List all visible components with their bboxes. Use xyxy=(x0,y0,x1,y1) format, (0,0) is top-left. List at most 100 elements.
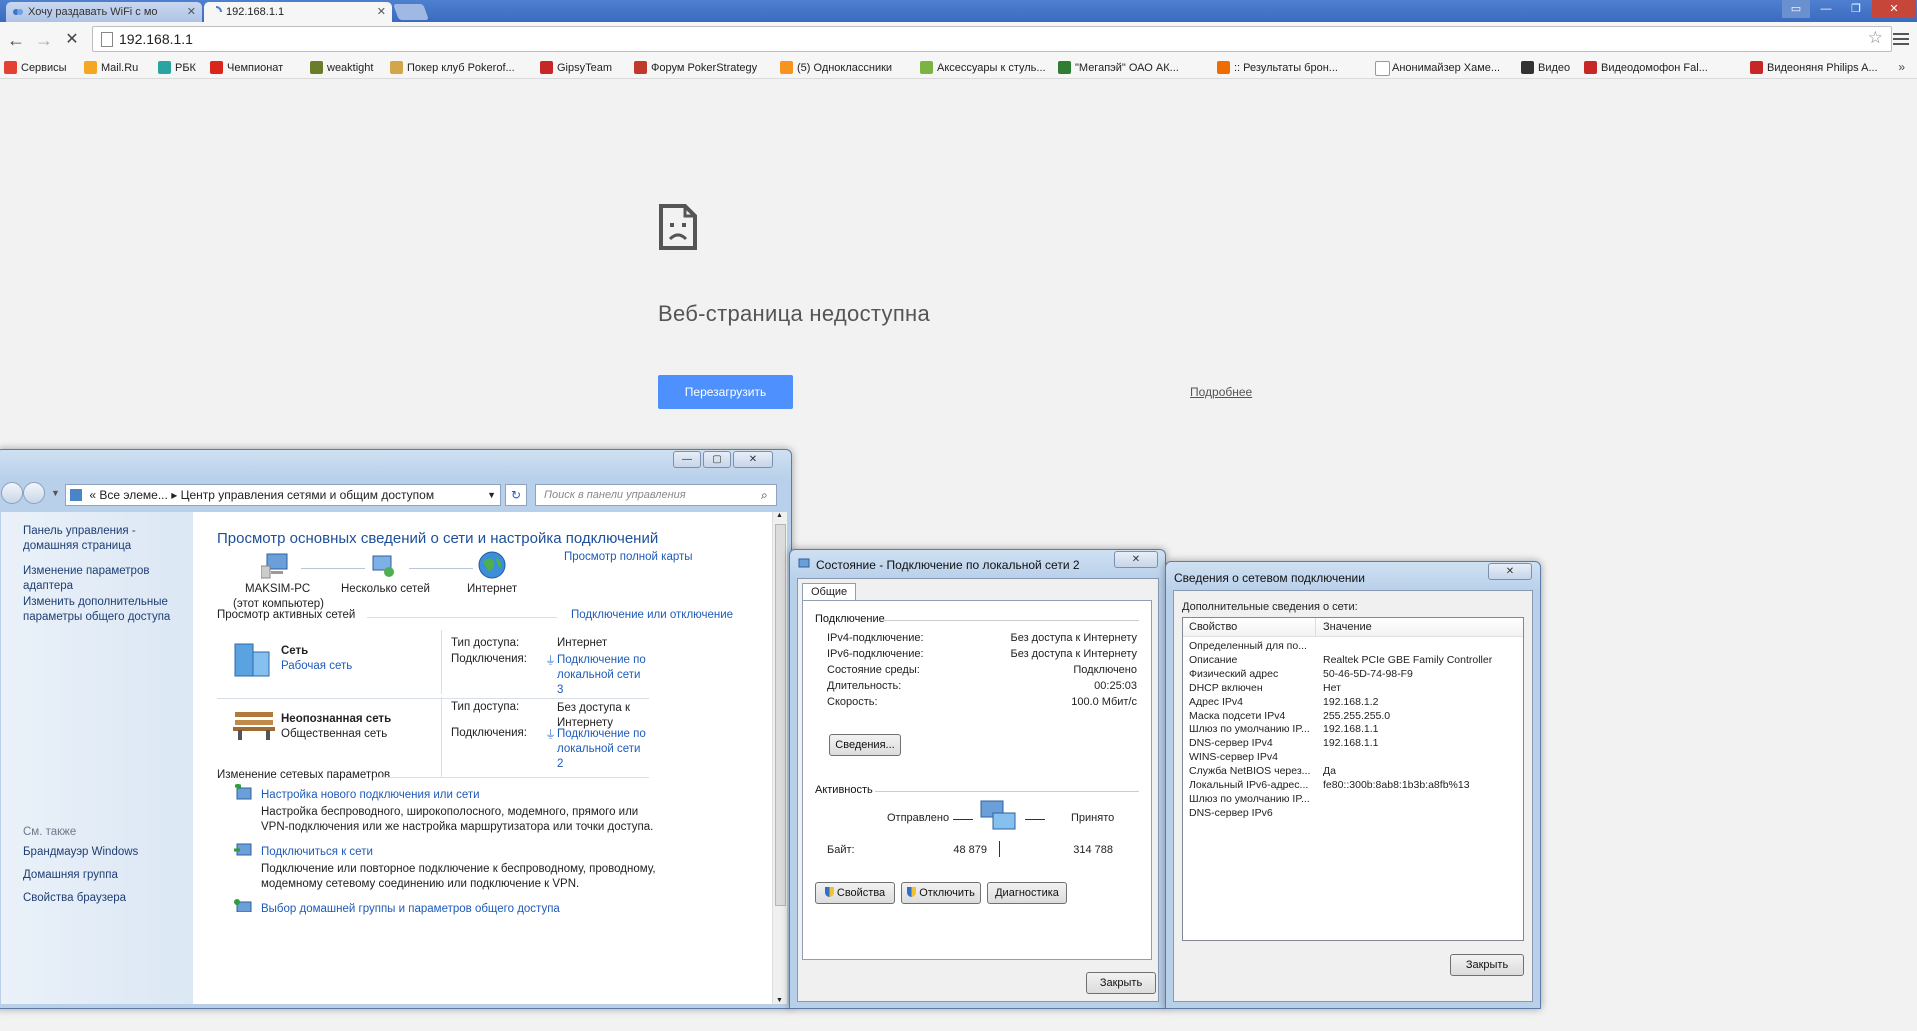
column-value[interactable]: Значение xyxy=(1323,621,1372,633)
status-row-label: Длительность: xyxy=(827,680,902,692)
tab-close-icon[interactable]: ✕ xyxy=(377,2,386,22)
breadcrumb-network-center[interactable]: Центр управления сетями и общим доступом xyxy=(181,488,435,502)
restore-button[interactable]: ❐ xyxy=(1842,0,1870,18)
address-bar[interactable]: « Все элеме... ▸ Центр управления сетями… xyxy=(65,484,501,506)
sharing-settings-link[interactable]: Изменить дополнительные параметры общего… xyxy=(23,595,188,625)
bookmark-item[interactable]: Mail.Ru xyxy=(84,60,138,76)
properties-button[interactable]: Свойства xyxy=(815,882,895,904)
detail-property: DNS-сервер IPv4 xyxy=(1189,737,1273,750)
tab-general[interactable]: Общие xyxy=(802,583,857,600)
task-pane: Панель управления - домашняя страница Из… xyxy=(1,512,193,1004)
details-button[interactable]: Сведения... xyxy=(829,734,901,756)
close-dialog-button[interactable]: Закрыть xyxy=(1450,954,1524,976)
new-connection-link[interactable]: Настройка нового подключения или сети xyxy=(261,789,480,801)
homegroup-link[interactable]: Домашняя группа xyxy=(23,868,188,883)
detail-property: WINS-сервер IPv4 xyxy=(1189,751,1278,764)
bookmark-item[interactable]: "Мегапэй" ОАО АК... xyxy=(1058,60,1179,76)
bookmark-item[interactable]: Сервисы xyxy=(4,60,67,76)
column-divider xyxy=(441,697,442,777)
browser-tab-strip: Хочу раздавать WiFi с мо ✕ 192.168.1.1 ✕… xyxy=(0,0,1917,22)
breadcrumb-sep[interactable]: ▸ xyxy=(171,488,177,502)
details-list[interactable]: Свойство Значение Определенный для по...… xyxy=(1182,617,1524,941)
detail-value: 192.168.1.1 xyxy=(1323,723,1379,736)
network-type: Общественная сеть xyxy=(281,728,388,740)
details-link[interactable]: Подробнее xyxy=(1190,385,1252,399)
bookmark-item[interactable]: GipsyTeam xyxy=(540,60,612,76)
status-row-label: IPv6-подключение: xyxy=(827,648,924,660)
connect-network-link[interactable]: Подключиться к сети xyxy=(261,846,373,858)
detail-property: DNS-сервер IPv6 xyxy=(1189,806,1273,819)
minimize-button[interactable]: — xyxy=(673,451,701,468)
bookmark-item[interactable]: Покер клуб Pokerof... xyxy=(390,60,515,76)
section-divider xyxy=(373,777,649,778)
close-button[interactable]: ✕ xyxy=(1488,563,1532,580)
close-button[interactable]: ✕ xyxy=(733,451,773,468)
column-divider[interactable] xyxy=(1315,618,1316,636)
chrome-menu-icon[interactable] xyxy=(1893,30,1909,46)
new-tab-button[interactable] xyxy=(393,4,429,20)
bookmark-item[interactable]: (5) Одноклассники xyxy=(780,60,892,76)
bookmark-item[interactable]: Аксессуары к стуль... xyxy=(920,60,1046,76)
breadcrumb-all[interactable]: Все элеме... xyxy=(99,488,167,502)
diagnose-button[interactable]: Диагностика xyxy=(987,882,1067,904)
back-button[interactable] xyxy=(1,482,23,504)
forward-button[interactable]: → xyxy=(32,28,56,52)
bookmark-item[interactable]: :: Результаты брон... xyxy=(1217,60,1338,76)
history-dropdown-icon[interactable]: ▼ xyxy=(51,488,60,498)
falcon-icon xyxy=(1750,61,1763,74)
tab-wifi-forum[interactable]: Хочу раздавать WiFi с мо ✕ xyxy=(6,2,202,22)
close-dialog-button[interactable]: Закрыть xyxy=(1086,972,1156,994)
minimize-button[interactable]: — xyxy=(1812,0,1840,18)
detail-property: DHCP включен xyxy=(1189,681,1263,694)
reload-button[interactable]: Перезагрузить xyxy=(658,375,793,409)
forward-button[interactable] xyxy=(23,482,45,504)
maximize-button[interactable]: ▢ xyxy=(703,451,731,468)
bookmark-item[interactable]: weaktight xyxy=(310,60,373,76)
firewall-link[interactable]: Брандмауэр Windows xyxy=(23,845,188,860)
connection-2-link[interactable]: Подключение по локальной сети 2 xyxy=(557,727,647,772)
connection-details-dialog: Сведения о сетевом подключении ✕ Дополни… xyxy=(1165,561,1541,1009)
user-profile-button[interactable]: ▭ xyxy=(1782,0,1810,18)
close-window-button[interactable]: ✕ xyxy=(1872,0,1916,18)
group-line xyxy=(875,791,1139,792)
scroll-up-icon[interactable]: ▲ xyxy=(776,512,783,519)
browser-properties-link[interactable]: Свойства браузера xyxy=(23,891,188,906)
disable-button[interactable]: Отключить xyxy=(901,882,981,904)
detail-property: Описание xyxy=(1189,653,1238,666)
scroll-down-icon[interactable]: ▼ xyxy=(776,997,783,1004)
connect-disconnect-link[interactable]: Подключение или отключение xyxy=(571,609,733,621)
address-bar[interactable]: 192.168.1.1 ☆ xyxy=(92,26,1892,52)
more-bookmarks-icon[interactable]: » xyxy=(1898,60,1905,74)
back-button[interactable]: ← xyxy=(4,28,28,52)
bookmark-item[interactable]: РБК xyxy=(158,60,196,76)
adapter-settings-link[interactable]: Изменение параметров адаптера xyxy=(23,564,188,594)
bookmark-item[interactable]: Анонимайзер Хаме... xyxy=(1375,60,1500,76)
vertical-scrollbar[interactable]: ▲ ▼ xyxy=(772,512,787,1004)
network-type-link[interactable]: Рабочая сеть xyxy=(281,660,352,672)
bookmark-star-icon[interactable]: ☆ xyxy=(1868,28,1883,48)
homegroup-link[interactable]: Выбор домашней группы и параметров общег… xyxy=(261,903,560,915)
details-subtitle: Дополнительные сведения о сети: xyxy=(1182,601,1358,613)
scroll-thumb[interactable] xyxy=(775,524,786,906)
bookmark-item[interactable]: Чемпионат xyxy=(210,60,283,76)
accessories-icon xyxy=(920,61,933,74)
connection-3-link[interactable]: Подключение по локальной сети 3 xyxy=(557,653,647,698)
tab-router[interactable]: 192.168.1.1 ✕ xyxy=(204,2,392,22)
bookmark-item[interactable]: Видеоняня Philips A... xyxy=(1750,60,1878,76)
booking-icon xyxy=(1217,61,1230,74)
column-property[interactable]: Свойство xyxy=(1189,621,1237,633)
bookmark-item[interactable]: Видеодомофон Fal... xyxy=(1584,60,1708,76)
bookmark-item[interactable]: Видео xyxy=(1521,60,1570,76)
search-icon[interactable]: ⌕ xyxy=(761,488,768,503)
search-input[interactable]: Поиск в панели управления xyxy=(535,484,777,506)
cp-home-link[interactable]: Панель управления - домашняя страница xyxy=(23,524,188,554)
connections-label: Подключения: xyxy=(451,653,527,665)
dialog-title: Состояние - Подключение по локальной сет… xyxy=(816,558,1080,572)
tab-close-icon[interactable]: ✕ xyxy=(187,2,196,22)
full-map-link[interactable]: Просмотр полной карты xyxy=(564,551,693,563)
refresh-icon[interactable]: ↻ xyxy=(505,484,527,506)
stop-button[interactable]: ✕ xyxy=(60,28,84,52)
close-button[interactable]: ✕ xyxy=(1114,551,1158,568)
address-dropdown-icon[interactable]: ▼ xyxy=(487,485,496,505)
bookmark-item[interactable]: Форум PokerStrategy xyxy=(634,60,757,76)
